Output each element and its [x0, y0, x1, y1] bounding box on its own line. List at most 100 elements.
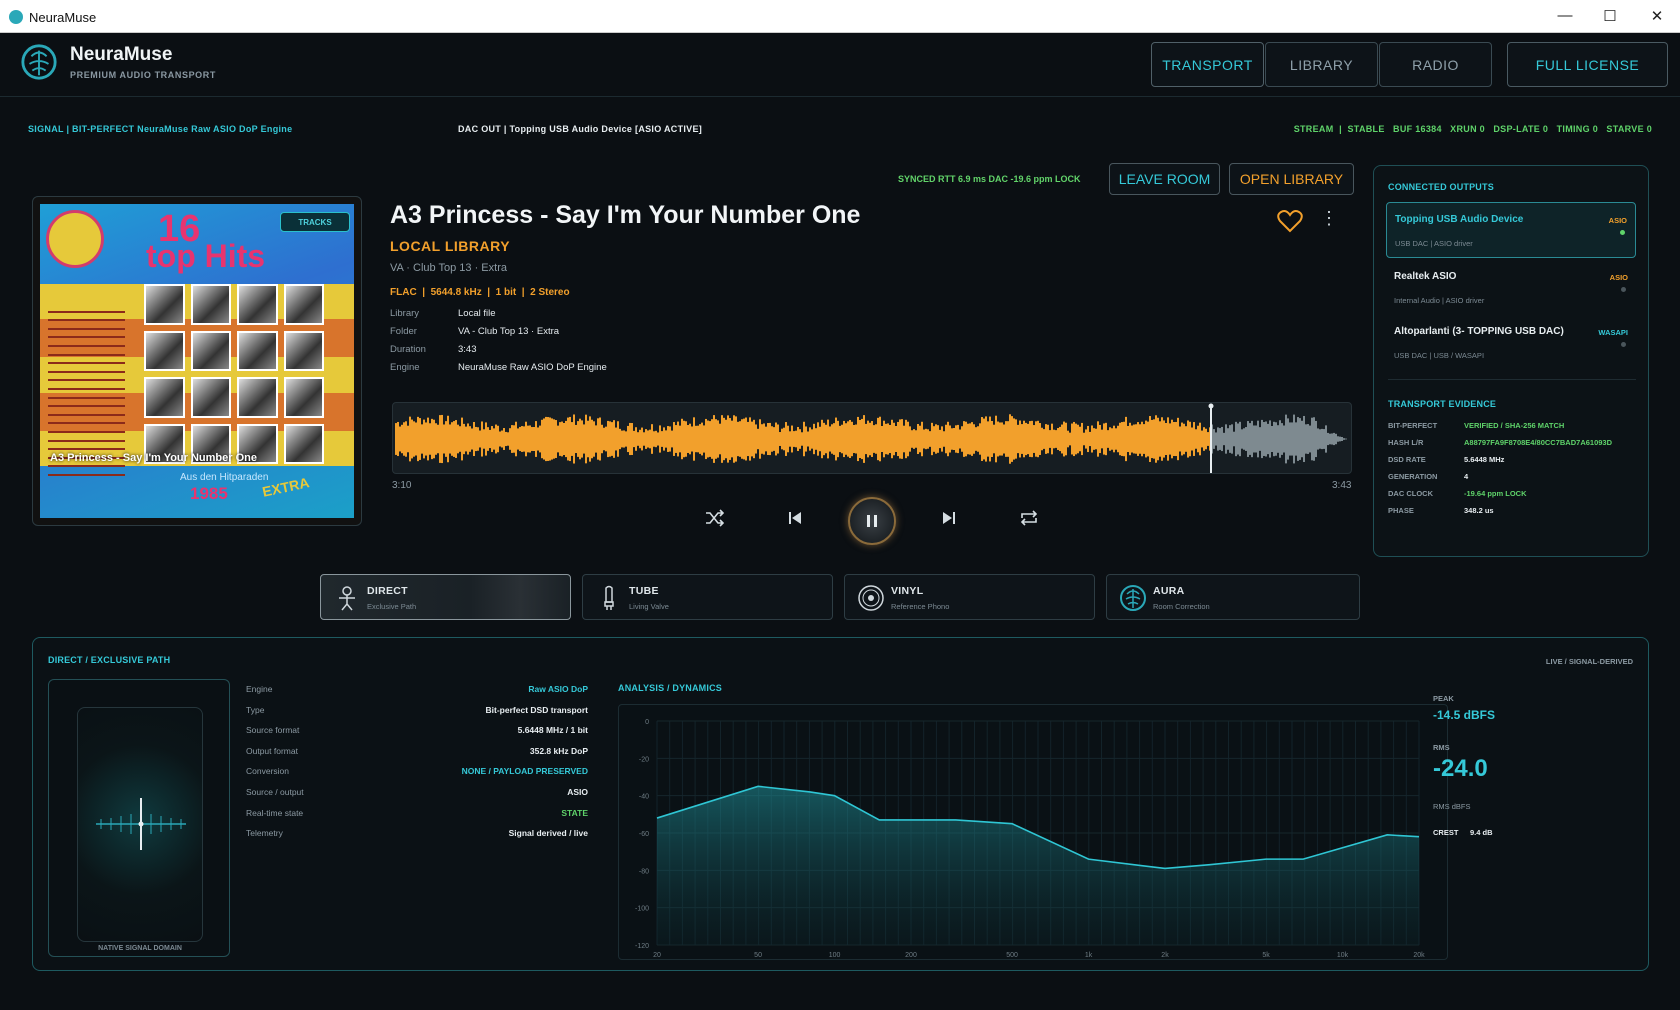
status-dot: [1621, 287, 1626, 292]
evidence-value: A88797FA9F8708E4/80CC7BAD7A61093D: [1464, 438, 1613, 447]
evidence-key: PHASE: [1388, 506, 1414, 515]
direct-path-panel: DIRECT / EXCLUSIVE PATH LIVE / SIGNAL-DE…: [32, 637, 1649, 971]
tab-library[interactable]: LIBRARY: [1265, 42, 1378, 87]
repeat-button[interactable]: [1014, 503, 1044, 533]
tube-mode-icon: [604, 585, 614, 610]
y-tick-label: -60: [639, 831, 649, 838]
path-key: Source / output: [246, 787, 304, 797]
x-tick-label: 20k: [1413, 952, 1425, 959]
brain-logo-icon: [21, 44, 57, 80]
path-key: Source format: [246, 725, 300, 736]
album-caption: A3 Princess - Say I'm Your Number One: [50, 452, 258, 464]
output-name: Realtek ASIO: [1394, 271, 1457, 282]
meta-key-engine: Engine: [390, 362, 420, 373]
maximize-button[interactable]: ☐: [1600, 7, 1620, 25]
mode-direct[interactable]: DIRECT Exclusive Path: [320, 574, 571, 620]
meta-key-library: Library: [390, 308, 420, 319]
brand-name: NeuraMuse: [70, 44, 173, 65]
path-key: Conversion: [246, 766, 289, 777]
aura-mode-icon: [1120, 585, 1146, 611]
rms-label: RMS: [1433, 743, 1450, 752]
total-time: 3:43: [1332, 480, 1352, 491]
evidence-value: 5.6448 MHz: [1464, 455, 1505, 464]
more-options-icon[interactable]: ⋮: [1320, 208, 1338, 229]
mode-tube-sub: Living Valve: [629, 602, 669, 611]
direct-mode-icon: [339, 586, 355, 611]
mode-aura-name: AURA: [1153, 585, 1185, 597]
output-realtek[interactable]: Realtek ASIO Internal Audio | ASIO drive…: [1386, 260, 1636, 316]
evidence-title: TRANSPORT EVIDENCE: [1388, 399, 1497, 409]
playhead-knob[interactable]: [1208, 403, 1214, 409]
output-type: ASIO: [1609, 273, 1628, 282]
meta-value-engine: NeuraMuse Raw ASIO DoP Engine: [458, 362, 607, 373]
evidence-key: BIT-PERFECT: [1388, 421, 1438, 430]
waveform-graphic: [395, 403, 1347, 473]
mode-vinyl-sub: Reference Phono: [891, 602, 950, 611]
path-key: Engine: [246, 684, 273, 694]
leave-room-button[interactable]: LEAVE ROOM: [1109, 163, 1220, 195]
previous-button[interactable]: [780, 503, 810, 533]
full-license-button[interactable]: FULL LICENSE: [1507, 42, 1668, 87]
connected-outputs-panel: CONNECTED OUTPUTS Topping USB Audio Devi…: [1373, 165, 1649, 557]
x-tick-label: 50: [754, 952, 762, 959]
track-title: A3 Princess - Say I'm Your Number One: [390, 201, 861, 229]
live-label: LIVE / SIGNAL-DERIVED: [1545, 657, 1633, 666]
close-button[interactable]: ✕: [1647, 7, 1667, 25]
brand-subtitle: PREMIUM AUDIO TRANSPORT: [70, 70, 216, 80]
meta-value-duration: 3:43: [458, 344, 477, 355]
cover-photo-grid: [144, 284, 324, 464]
x-tick-label: 20: [653, 952, 661, 959]
y-tick-label: -20: [639, 756, 649, 763]
x-tick-label: 200: [905, 952, 917, 959]
output-altoparlanti[interactable]: Altoparlanti (3- TOPPING USB DAC) USB DA…: [1386, 315, 1636, 371]
rms-unit: RMS dBFS: [1433, 802, 1471, 811]
sync-status: SYNCED RTT 6.9 ms DAC -19.6 ppm LOCK: [898, 174, 1081, 184]
evidence-key: DSD RATE: [1388, 455, 1426, 464]
dynamics-chart-svg: 0 -20 -40 -60 -80 -100 -120 20 50 100 200 500 1k 2k 5k…: [635, 719, 1425, 959]
path-value: 5.6448 MHz / 1 bit: [517, 725, 588, 736]
evidence-value: 4: [1464, 472, 1469, 481]
shuffle-button[interactable]: [700, 503, 730, 533]
source-label: LOCAL LIBRARY: [390, 238, 511, 254]
x-tick-label: 500: [1006, 952, 1018, 959]
path-key: Output format: [246, 745, 298, 756]
evidence-value: VERIFIED / SHA-256 MATCH: [1464, 421, 1565, 430]
tracks-tag[interactable]: TRACKS: [280, 212, 350, 232]
mode-tube[interactable]: TUBE Living Valve: [582, 574, 833, 620]
minimize-button[interactable]: —: [1555, 7, 1575, 24]
mode-vinyl[interactable]: VINYL Reference Phono: [844, 574, 1095, 620]
evidence-value: -19.64 ppm LOCK: [1464, 489, 1527, 498]
signal-status: SIGNAL | BIT-PERFECT NeuraMuse Raw ASIO …: [28, 124, 293, 134]
window-titlebar: NeuraMuse — ☐ ✕: [0, 0, 1680, 33]
output-topping[interactable]: Topping USB Audio Device USB DAC | ASIO …: [1386, 202, 1636, 258]
status-dot: [1620, 230, 1625, 235]
open-library-button[interactable]: OPEN LIBRARY: [1229, 163, 1354, 195]
repeat-icon: [1020, 510, 1038, 526]
next-button[interactable]: [934, 503, 964, 533]
waveform-seekbar[interactable]: [392, 402, 1352, 474]
output-desc: USB DAC | ASIO driver: [1395, 239, 1473, 248]
path-value: Signal derived / live: [508, 828, 588, 839]
album-art-frame[interactable]: 16 top Hits TRACKS A3 Princess - Say I'm…: [32, 196, 362, 526]
meta-value-library: Local file: [458, 308, 496, 319]
meta-key-folder: Folder: [390, 326, 417, 337]
stream-status: STREAM | STABLE BUF 16384 XRUN 0 DSP-LAT…: [1293, 124, 1652, 134]
mode-aura[interactable]: AURA Room Correction: [1106, 574, 1360, 620]
output-desc: Internal Audio | ASIO driver: [1394, 296, 1485, 305]
mode-tube-name: TUBE: [629, 585, 659, 597]
heart-icon[interactable]: [1277, 209, 1303, 233]
path-value: 352.8 kHz DoP: [529, 745, 588, 756]
outputs-title: CONNECTED OUTPUTS: [1388, 182, 1494, 192]
pause-button[interactable]: [848, 497, 896, 545]
path-key: Real-time state: [246, 807, 304, 818]
cover-year: 1985: [190, 484, 228, 503]
output-type: WASAPI: [1598, 328, 1628, 337]
pause-icon: [867, 515, 877, 527]
y-tick-label: -120: [635, 943, 649, 950]
crest-value: 9.4 dB: [1470, 828, 1493, 837]
tab-transport[interactable]: TRANSPORT: [1151, 42, 1264, 87]
dynamics-chart: 0 -20 -40 -60 -80 -100 -120 20 50 100 200 500 1k 2k 5k…: [618, 704, 1448, 960]
path-key: Type: [246, 704, 265, 715]
output-name: Altoparlanti (3- TOPPING USB DAC): [1394, 326, 1564, 337]
tab-radio[interactable]: RADIO: [1379, 42, 1492, 87]
